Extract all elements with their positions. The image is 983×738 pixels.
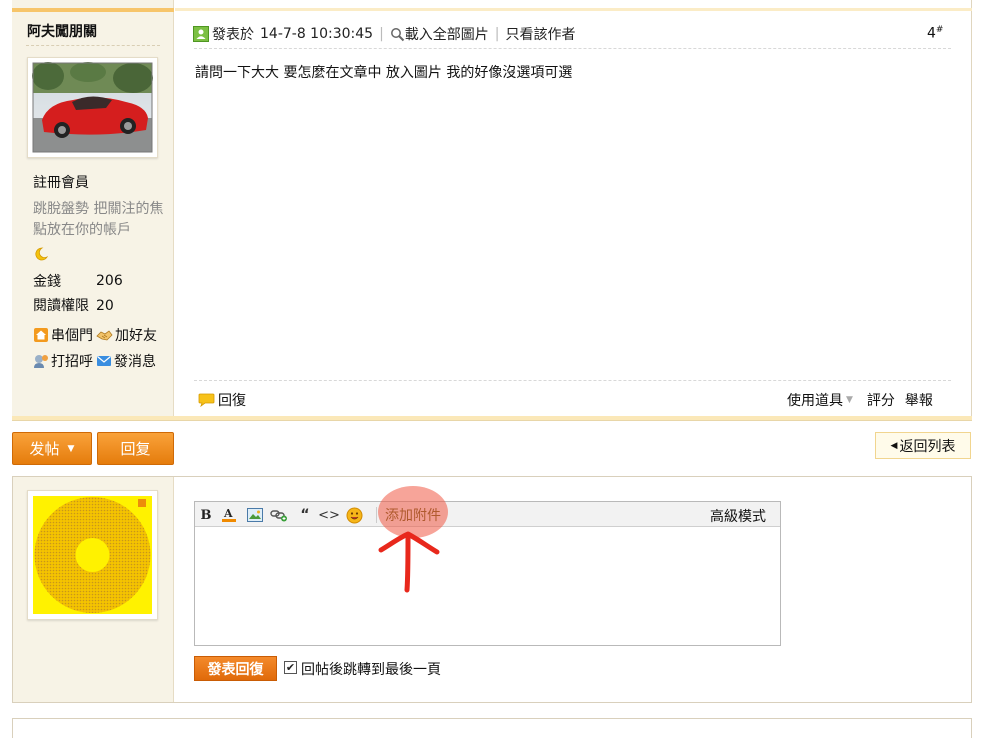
post-body: 請問一下大大 要怎麼在文章中 放入圖片 我的好像沒選項可選 xyxy=(195,65,573,81)
back-to-list-label: 返回列表 xyxy=(899,438,956,455)
chevron-down-icon: ▼ xyxy=(67,443,75,454)
poke-icon xyxy=(34,355,48,368)
post-header-divider xyxy=(194,48,951,49)
floor-number-value: 4 xyxy=(927,25,936,42)
add-friend-link[interactable]: 加好友 xyxy=(96,325,157,345)
new-post-button[interactable]: 发帖 ▼ xyxy=(12,432,92,465)
visit-home-link[interactable]: 串個門 xyxy=(33,325,93,345)
sidebar-top-accent xyxy=(12,8,174,12)
insert-image-button[interactable] xyxy=(246,506,264,524)
handshake-icon xyxy=(96,330,113,341)
home-icon xyxy=(34,328,48,342)
envelope-icon xyxy=(97,356,111,366)
report-link[interactable]: 舉報 xyxy=(905,390,933,410)
post-top-accent xyxy=(175,8,972,11)
send-message-label: 發消息 xyxy=(114,354,156,370)
post-meta: 發表於 14-7-8 10:30:45 | 載入全部圖片 | 只看該作者 xyxy=(193,24,576,44)
use-tools-menu[interactable]: 使用道具 xyxy=(787,390,843,410)
jump-to-last-page-checkbox[interactable]: ✔ xyxy=(284,661,297,674)
reply-button-label: 回复 xyxy=(120,440,151,458)
money-label: 金錢 xyxy=(33,274,61,290)
current-user-avatar[interactable] xyxy=(27,490,158,620)
floor-number[interactable]: 4# xyxy=(927,25,943,42)
emoji-button[interactable] xyxy=(345,506,363,524)
send-message-link[interactable]: 發消息 xyxy=(96,351,156,371)
chevron-down-icon: ▼ xyxy=(846,395,853,405)
insert-link-button[interactable] xyxy=(270,506,288,524)
quote-button[interactable]: “ xyxy=(296,506,314,524)
link-icon xyxy=(270,510,287,522)
code-button[interactable]: <> xyxy=(318,506,340,524)
back-to-list-button[interactable]: ◀ 返回列表 xyxy=(875,432,971,459)
next-section-container xyxy=(12,718,972,738)
image-icon xyxy=(247,508,263,522)
avatar-ring-image xyxy=(33,496,152,614)
load-images-label: 載入全部圖片 xyxy=(404,27,489,43)
moon-icon xyxy=(33,246,49,266)
poke-label: 打招呼 xyxy=(51,354,93,370)
avatar-car-image xyxy=(32,62,153,153)
meta-separator: | xyxy=(379,26,384,42)
advanced-mode-link[interactable]: 高級模式 xyxy=(710,506,766,526)
posted-label: 發表於 xyxy=(212,27,254,43)
text-color-glyph: A xyxy=(223,507,233,520)
user-group[interactable]: 註冊會員 xyxy=(33,172,89,192)
jump-to-last-page-label[interactable]: 回帖後跳轉到最後一頁 xyxy=(301,659,441,679)
reply-link-label: 回復 xyxy=(218,393,246,409)
magnifier-icon xyxy=(390,27,404,41)
add-friend-label: 加好友 xyxy=(115,328,157,344)
speech-bubble-icon xyxy=(198,393,215,407)
visit-home-label: 串個門 xyxy=(51,328,93,344)
smiley-icon xyxy=(346,507,362,523)
text-color-button[interactable]: A xyxy=(220,506,238,524)
author-divider xyxy=(26,45,160,46)
money-value: 206 xyxy=(96,273,123,289)
user-online-icon xyxy=(193,26,209,42)
chevron-left-icon: ◀ xyxy=(890,440,898,451)
post-footer-actions: 使用道具 ▼ 評分 舉報 xyxy=(787,390,933,410)
user-signature: 跳脫盤勢 把關注的焦點放在你的帳戶 xyxy=(33,201,164,238)
new-post-label: 发帖 xyxy=(29,440,60,458)
meta-separator: | xyxy=(494,26,500,42)
author-name[interactable]: 阿夫闖朋關 xyxy=(27,21,97,41)
read-permission-value: 20 xyxy=(96,298,114,314)
submit-reply-button[interactable]: 發表回復 xyxy=(194,656,277,681)
only-author-link[interactable]: 只看該作者 xyxy=(506,24,576,44)
post-footer-divider xyxy=(194,380,951,381)
floor-mark: # xyxy=(935,25,944,35)
load-images-link[interactable]: 載入全部圖片 xyxy=(390,24,489,44)
post-timestamp: 14-7-8 10:30:45 xyxy=(260,26,374,42)
text-color-icon: A xyxy=(222,507,236,522)
reply-link[interactable]: 回復 xyxy=(198,390,246,410)
bold-button[interactable]: B xyxy=(197,506,215,524)
rate-link[interactable]: 評分 xyxy=(867,390,895,410)
reply-button[interactable]: 回复 xyxy=(97,432,174,465)
read-permission-label: 閱讀權限 xyxy=(33,298,89,314)
poke-link[interactable]: 打招呼 xyxy=(33,351,93,371)
annotation-arrow-icon xyxy=(377,520,441,598)
author-avatar[interactable] xyxy=(27,57,158,158)
